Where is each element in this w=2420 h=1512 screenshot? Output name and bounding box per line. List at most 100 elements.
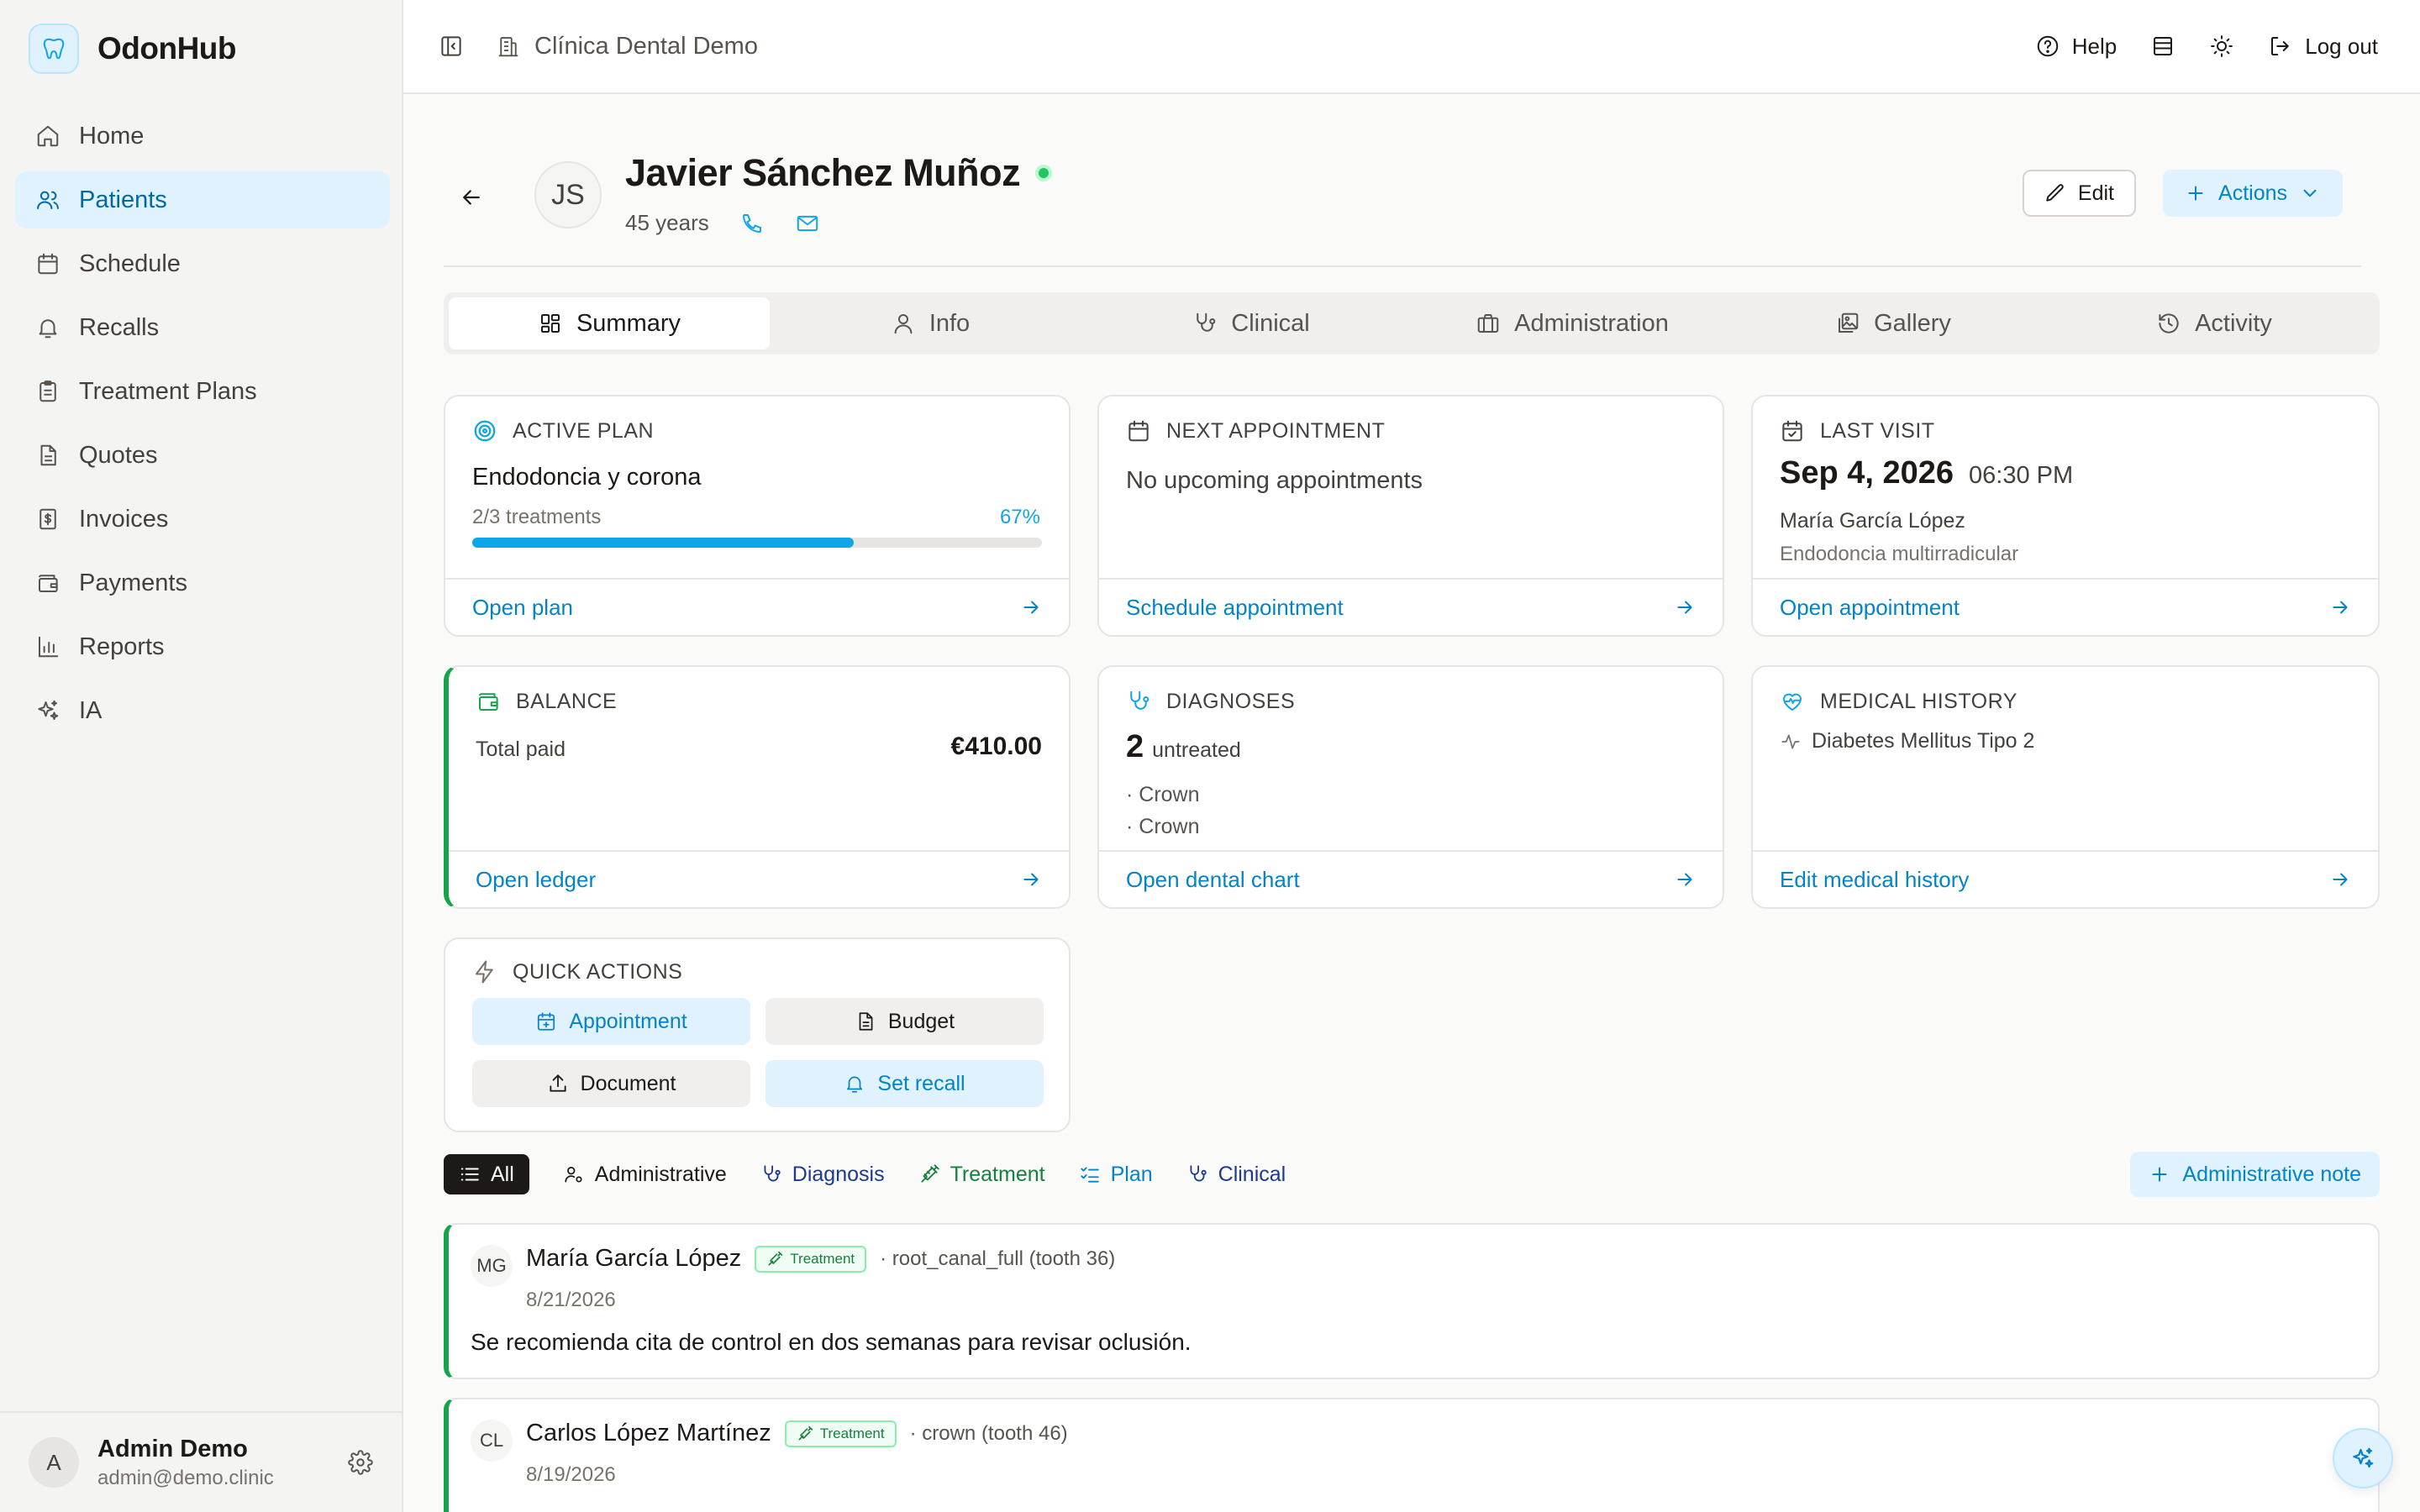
plan-percent: 67% (999, 506, 1040, 528)
button-label: Document (580, 1071, 676, 1095)
sidebar-item-patients[interactable]: Patients (15, 171, 390, 228)
bell-icon (39, 319, 57, 339)
patient-actions: Edit Actions (2022, 170, 2343, 217)
last-visit-card: LAST VISIT Sep 4, 2026 06:30 PM María Ga… (1751, 395, 2380, 637)
filter-label: Plan (1110, 1162, 1153, 1186)
main-nav: Home Patients Schedule Recalls Treatment… (15, 108, 390, 746)
balance-amount: €410.00 (950, 732, 1042, 760)
active-plan-card: ACTIVE PLAN Endodoncia y corona 2/3 trea… (444, 395, 1071, 637)
target-icon (474, 420, 496, 442)
open-plan-link[interactable]: Open plan (445, 578, 1069, 635)
phone-icon[interactable] (739, 211, 765, 236)
link-label: Open plan (472, 594, 573, 620)
help-button[interactable]: Help (2035, 34, 2117, 60)
help-label: Help (2071, 33, 2118, 59)
next-appointment-card: NEXT APPOINTMENT No upcoming appointment… (1097, 395, 1724, 637)
back-arrow-icon[interactable] (459, 185, 484, 210)
arrow-right-icon (1023, 873, 1039, 886)
topbar: Clínica Dental Demo Help Log out (403, 0, 2420, 94)
help-icon (2037, 35, 2059, 57)
filter-label: Administrative (594, 1162, 727, 1186)
ai-assistant-button[interactable] (2333, 1428, 2393, 1488)
sidebar-item-home[interactable]: Home (15, 108, 390, 165)
upload-icon (549, 1074, 566, 1092)
avatar[interactable]: A (29, 1437, 79, 1488)
tab-administration[interactable]: Administration (1412, 297, 1733, 349)
set-recall-button[interactable]: Set recall (765, 1060, 1044, 1107)
sidebar-item-recalls[interactable]: Recalls (15, 299, 390, 356)
filter-diagnosis[interactable]: Diagnosis (760, 1154, 885, 1194)
briefcase-icon (1477, 314, 1499, 333)
sidebar-item-invoices[interactable]: Invoices (15, 491, 390, 548)
filter-all[interactable]: All (444, 1154, 529, 1194)
sidebar-item-label: Payments (79, 569, 187, 596)
last-visit-time: 06:30 PM (1969, 462, 2074, 489)
add-administrative-note-button[interactable]: Administrative note (2130, 1152, 2380, 1197)
entry-date: 8/19/2026 (526, 1463, 616, 1486)
home-icon (37, 125, 59, 147)
medical-history-card: MEDICAL HISTORY Diabetes Mellitus Tipo 2… (1751, 665, 2380, 909)
brand[interactable]: OdonHub (29, 24, 237, 74)
card-title: BALANCE (516, 689, 618, 713)
calendar-plus-icon (538, 1012, 555, 1031)
diagnosis-item: · Crown (1126, 783, 1200, 806)
new-appointment-button[interactable]: Appointment (472, 998, 750, 1045)
card-header: LAST VISIT (1780, 418, 1935, 444)
calendar-icon (1128, 420, 1149, 442)
patient-name-row: Javier Sánchez Muñoz (625, 151, 1053, 195)
stethoscope-icon (764, 1165, 781, 1182)
medical-condition: Diabetes Mellitus Tipo 2 (1780, 729, 2034, 753)
upload-document-button[interactable]: Document (472, 1060, 750, 1107)
edit-medical-history-link[interactable]: Edit medical history (1753, 850, 2378, 907)
dashboard-icon (540, 314, 560, 333)
sidebar-item-payments[interactable]: Payments (15, 554, 390, 612)
stethoscope-icon (1190, 1165, 1207, 1182)
actions-dropdown-button[interactable]: Actions (2163, 170, 2343, 217)
sidebar-item-schedule[interactable]: Schedule (15, 235, 390, 292)
logout-button[interactable]: Log out (2268, 34, 2378, 60)
open-appointment-link[interactable]: Open appointment (1753, 578, 2378, 635)
filter-plan[interactable]: Plan (1079, 1154, 1153, 1194)
calendar-icon (38, 253, 58, 275)
tab-activity[interactable]: Activity (2054, 297, 2375, 349)
sidebar-collapse-icon[interactable] (439, 34, 464, 59)
edit-button[interactable]: Edit (2022, 170, 2137, 217)
sidebar-item-ia[interactable]: IA (15, 682, 390, 739)
filter-treatment[interactable]: Treatment (918, 1154, 1045, 1194)
author-avatar: CL (471, 1420, 513, 1462)
patient-avatar: JS (534, 161, 602, 228)
arrow-right-icon (1677, 601, 1692, 614)
sidebar-item-reports[interactable]: Reports (15, 618, 390, 675)
timeline-entry[interactable]: MG María García López Treatment · root_c… (444, 1223, 2380, 1379)
clinic-name: Clínica Dental Demo (534, 32, 758, 60)
entry-header: María García López Treatment · root_cana… (526, 1245, 1115, 1273)
layout-toggle-button[interactable] (2150, 34, 2175, 59)
tab-clinical[interactable]: Clinical (1091, 297, 1412, 349)
last-visit-treatment: Endodoncia multirradicular (1780, 543, 2019, 565)
open-dental-chart-link[interactable]: Open dental chart (1099, 850, 1723, 907)
no-appointments-text: No upcoming appointments (1126, 467, 1423, 494)
tab-gallery[interactable]: Gallery (1733, 297, 2054, 349)
gear-icon[interactable] (348, 1450, 373, 1475)
mail-icon[interactable] (795, 211, 820, 236)
topbar-actions: Help Log out (2035, 34, 2378, 60)
sidebar-item-treatment-plans[interactable]: Treatment Plans (15, 363, 390, 420)
stethoscope-icon (1130, 690, 1150, 710)
schedule-appointment-link[interactable]: Schedule appointment (1099, 578, 1723, 635)
author-name: María García López (526, 1245, 742, 1272)
sidebar-item-quotes[interactable]: Quotes (15, 427, 390, 484)
clinic-selector[interactable]: Clínica Dental Demo (496, 33, 758, 60)
open-ledger-link[interactable]: Open ledger (449, 850, 1069, 907)
theme-toggle-button[interactable] (2209, 34, 2234, 59)
filter-clinical[interactable]: Clinical (1186, 1154, 1286, 1194)
tab-summary[interactable]: Summary (449, 297, 770, 349)
tab-info[interactable]: Info (770, 297, 1091, 349)
chevron-down-icon (2303, 189, 2317, 197)
syringe-icon (920, 1164, 939, 1183)
list-checks-icon (1080, 1167, 1099, 1183)
timeline-entry[interactable]: CL Carlos López Martínez Treatment · cro… (444, 1398, 2380, 1512)
new-budget-button[interactable]: Budget (765, 998, 1044, 1045)
filter-administrative[interactable]: Administrative (563, 1154, 727, 1194)
last-visit-doctor: María García López (1780, 509, 1965, 533)
treatment-badge: Treatment (755, 1245, 867, 1273)
